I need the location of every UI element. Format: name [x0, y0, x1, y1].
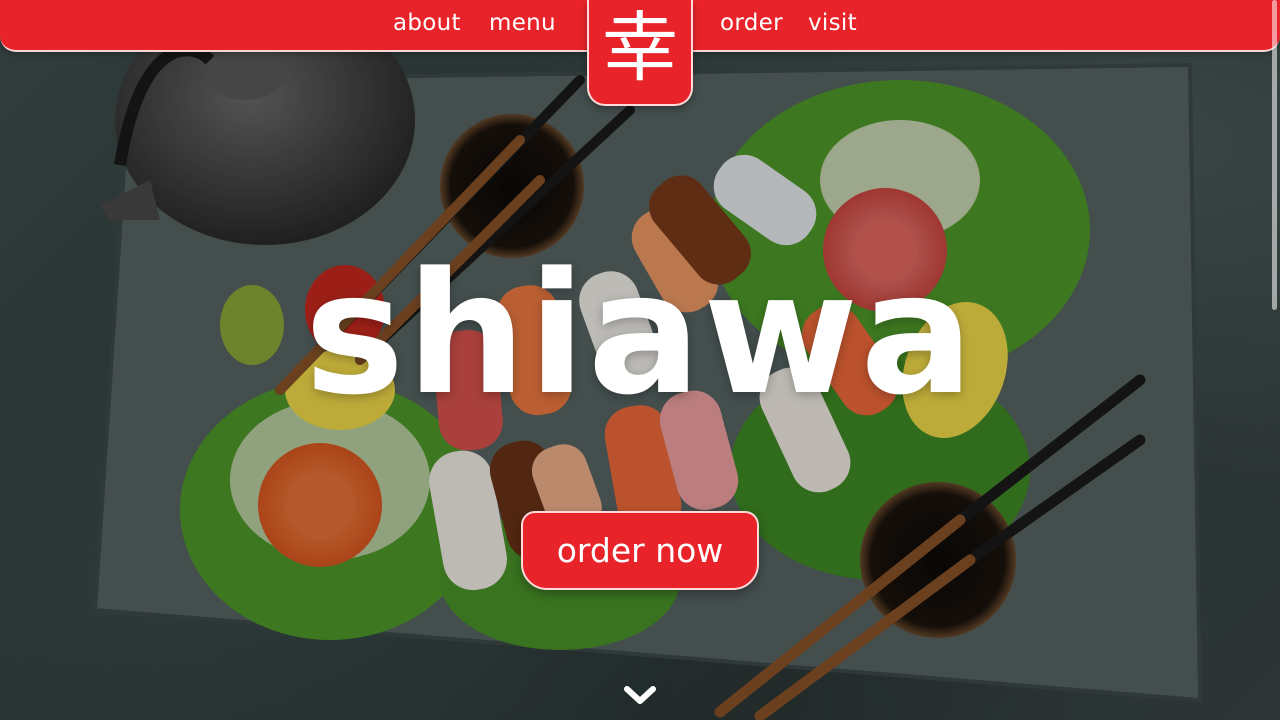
nav-link-visit[interactable]: visit	[808, 10, 857, 36]
page-scrollbar[interactable]	[1272, 0, 1277, 310]
nav-link-menu[interactable]: menu	[489, 10, 556, 36]
hero-title: shiawa	[304, 236, 976, 432]
nav-link-order[interactable]: order	[720, 10, 783, 36]
chevron-down-icon[interactable]	[623, 683, 657, 707]
logo-button[interactable]: 幸	[587, 0, 693, 106]
kanji-logo-icon: 幸	[602, 3, 678, 92]
nav-link-about[interactable]: about	[393, 10, 461, 36]
order-now-button[interactable]: order now	[521, 511, 759, 590]
